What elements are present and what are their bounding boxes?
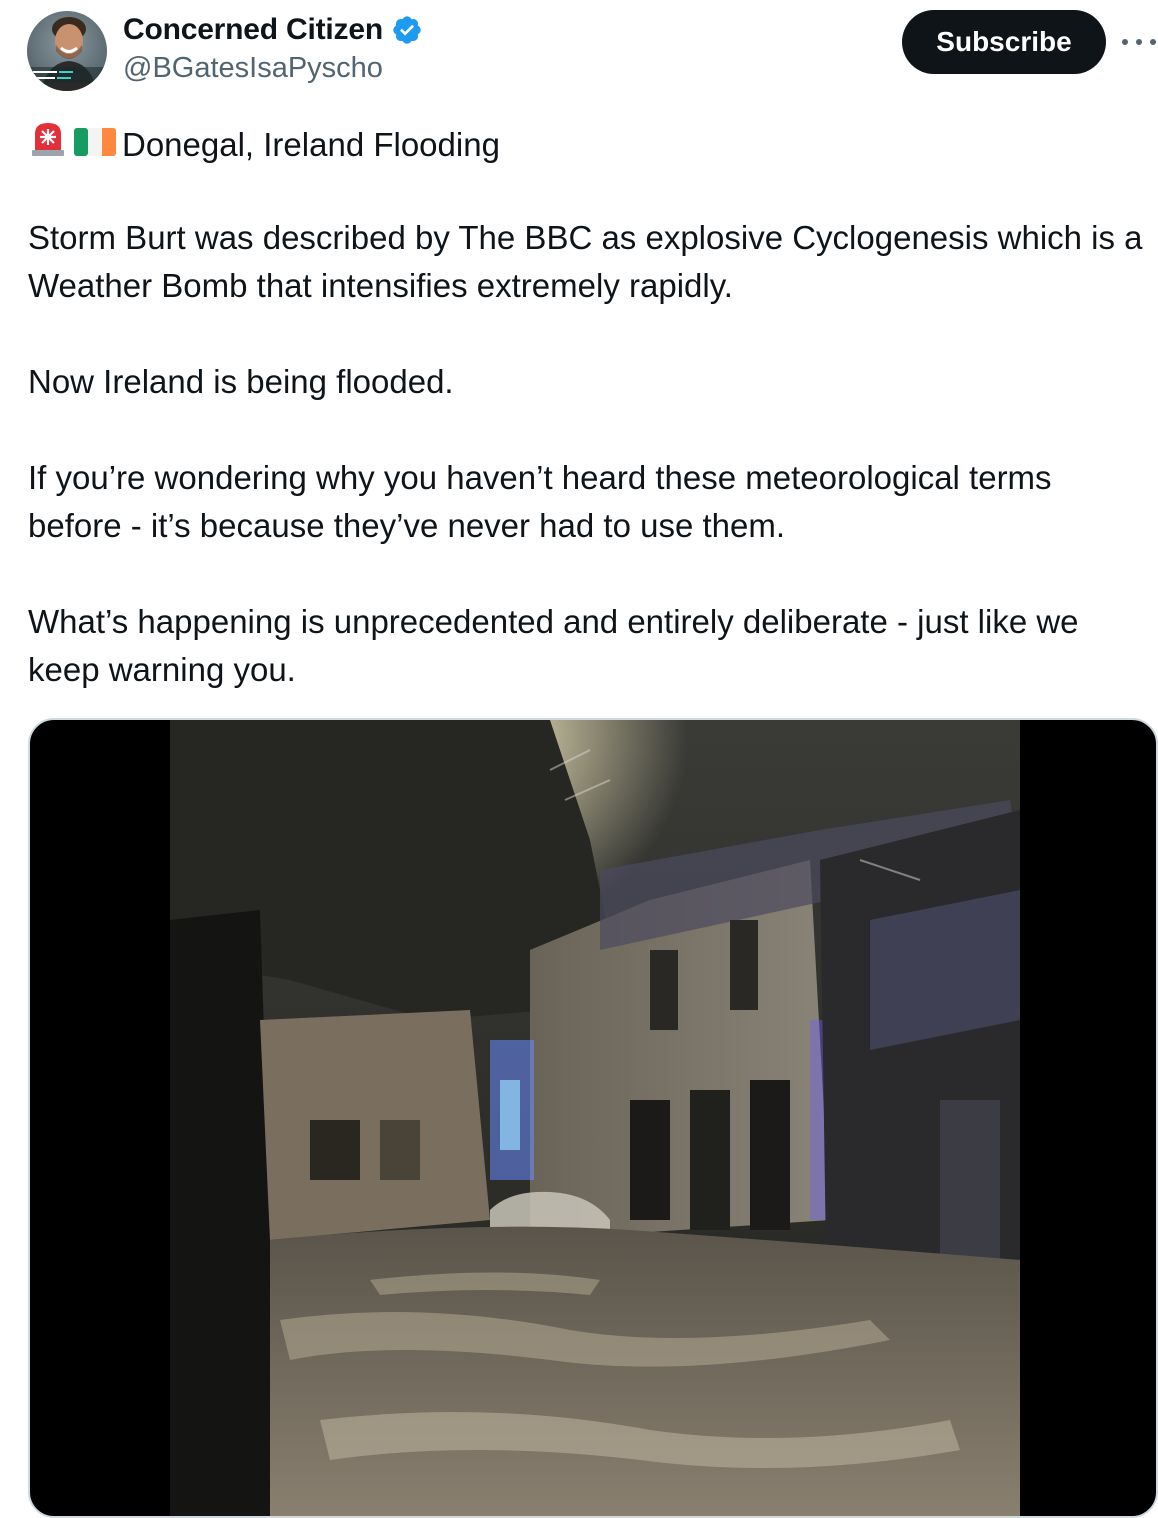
tweet: Concerned Citizen @BGatesIsaPyscho Subsc…: [0, 0, 1158, 1518]
verified-badge-icon: [391, 14, 423, 46]
avatar-image: [27, 11, 107, 91]
author-name-row[interactable]: Concerned Citizen: [123, 12, 423, 48]
post-paragraph: Now Ireland is being flooded.: [28, 363, 454, 400]
more-dot: [1122, 39, 1128, 45]
video-frame: [170, 720, 1020, 1516]
flooded-street-image: [170, 720, 1020, 1516]
avatar[interactable]: [27, 11, 107, 91]
post-paragraph: If you’re wondering why you haven’t hear…: [28, 459, 1052, 544]
post-paragraph: Storm Burt was described by The BBC as e…: [28, 219, 1143, 304]
rotating-light-emoji: [28, 118, 68, 171]
subscribe-button[interactable]: Subscribe: [902, 10, 1106, 74]
post-paragraph: What’s happening is unprecedented and en…: [28, 603, 1079, 688]
author-display-name[interactable]: Concerned Citizen: [123, 13, 383, 47]
more-dot: [1136, 39, 1142, 45]
ireland-flag-emoji: [74, 121, 116, 169]
post-title-line: Donegal, Ireland Flooding: [28, 118, 1153, 171]
more-horizontal-icon[interactable]: [1122, 30, 1156, 54]
more-dot: [1150, 39, 1156, 45]
author-handle[interactable]: @BGatesIsaPyscho: [123, 52, 383, 85]
post-video[interactable]: [28, 718, 1158, 1518]
post-title: Donegal, Ireland Flooding: [122, 125, 500, 163]
